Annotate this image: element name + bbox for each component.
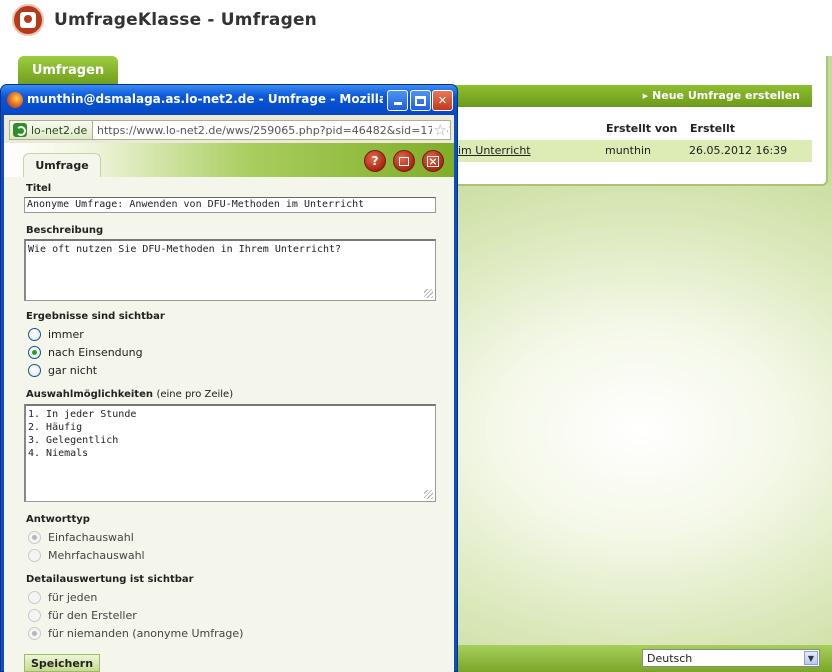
radio-visibility-never[interactable]: gar nicht (28, 362, 97, 378)
page-title: UmfrageKlasse - Umfragen (54, 10, 317, 30)
answer-type-label: Antworttyp (26, 514, 90, 525)
triangle-right-icon: ▶ (642, 92, 649, 100)
maximize-button[interactable] (410, 90, 431, 111)
url-text: https://www.lo-net2.de/wws/259065.php?pi… (97, 124, 451, 137)
radio-visibility-after-submit[interactable]: nach Einsendung (28, 344, 143, 360)
save-button[interactable]: Speichern (24, 654, 100, 672)
choices-hint: (eine pro Zeile) (156, 389, 234, 400)
new-survey-label: Neue Umfrage erstellen (652, 89, 800, 102)
radio-label: Mehrfachauswahl (48, 548, 145, 562)
radio-label: gar nicht (48, 363, 98, 377)
url-bar: lo-net2.de https://www.lo-net2.de/wws/25… (4, 115, 454, 143)
firefox-icon (7, 92, 23, 108)
table-row[interactable]: im Unterricht munthin 26.05.2012 16:39 (454, 140, 812, 162)
choice-line: 1. In jeder Stunde (28, 409, 137, 420)
resize-grip-icon[interactable] (424, 490, 433, 499)
window-titlebar[interactable]: munthin@dsmalaga.as.lo-net2.de - Umfrage… (1, 85, 457, 115)
app-header: UmfrageKlasse - Umfragen (0, 0, 832, 56)
print-button[interactable] (393, 150, 415, 172)
site-identity-button[interactable]: lo-net2.de (9, 120, 93, 140)
site-favicon-icon (13, 123, 27, 137)
radio-label: nach Einsendung (48, 345, 143, 359)
radio-detail-creator[interactable]: für den Ersteller (28, 607, 137, 623)
column-header-created: Erstellt (690, 122, 736, 135)
close-form-button[interactable]: × (422, 150, 444, 172)
description-text: Wie oft nutzen Sie DFU-Methoden in Ihrem… (28, 244, 342, 255)
language-value: Deutsch (647, 652, 693, 665)
resize-grip-icon[interactable] (424, 289, 433, 298)
radio-detail-nobody[interactable]: für niemanden (anonyme Umfrage) (28, 625, 243, 641)
maximize-icon (415, 95, 426, 106)
created-by-cell: munthin (605, 144, 651, 157)
radio-label: für niemanden (anonyme Umfrage) (48, 626, 244, 640)
created-cell: 26.05.2012 16:39 (689, 144, 788, 157)
minimize-button[interactable] (387, 90, 408, 111)
title-input[interactable]: Anonyme Umfrage: Anwenden von DFU-Method… (24, 197, 436, 213)
choices-label: Auswahlmöglichkeiten (eine pro Zeile) (26, 389, 233, 400)
radio-visibility-always[interactable]: immer (28, 326, 84, 342)
popup-window: munthin@dsmalaga.as.lo-net2.de - Umfrage… (0, 84, 458, 672)
survey-title-link[interactable]: im Unterricht (458, 144, 531, 157)
column-header-created-by: Erstellt von (606, 122, 678, 135)
radio-label: Einfachauswahl (48, 530, 134, 544)
minimize-icon (393, 102, 402, 105)
url-input[interactable]: https://www.lo-net2.de/wws/259065.php?pi… (93, 120, 451, 140)
star-icon[interactable]: ☆ (431, 122, 447, 138)
chevron-down-icon[interactable]: ▼ (804, 651, 818, 665)
radio-unchecked-icon[interactable] (28, 590, 41, 604)
tab-umfragen[interactable]: Umfragen (18, 56, 118, 85)
radio-checked-icon[interactable] (28, 530, 41, 544)
description-textarea[interactable]: Wie oft nutzen Sie DFU-Methoden in Ihrem… (24, 239, 436, 301)
choices-textarea[interactable]: 1. In jeder Stunde 2. Häufig 3. Gelegent… (24, 404, 436, 502)
radio-unchecked-icon[interactable] (28, 327, 41, 341)
radio-checked-icon[interactable] (28, 626, 41, 640)
radio-label: für jeden (48, 590, 98, 604)
radio-unchecked-icon[interactable] (28, 548, 41, 562)
close-icon: ✕ (437, 94, 448, 107)
radio-checked-icon[interactable] (28, 345, 41, 359)
choice-line: 2. Häufig (28, 422, 83, 433)
radio-label: immer (48, 327, 84, 341)
visibility-label: Ergebnisse sind sichtbar (26, 311, 165, 322)
detail-label: Detailauswertung ist sichtbar (26, 574, 194, 585)
choices-label-text: Auswahlmöglichkeiten (26, 389, 153, 400)
close-icon: × (427, 154, 439, 168)
print-icon (399, 156, 409, 166)
site-name: lo-net2.de (31, 123, 88, 137)
radio-unchecked-icon[interactable] (28, 608, 41, 622)
radio-detail-everyone[interactable]: für jeden (28, 589, 97, 605)
radio-answer-single[interactable]: Einfachauswahl (28, 529, 134, 545)
tab-umfrage[interactable]: Umfrage (23, 153, 101, 177)
radio-answer-multiple[interactable]: Mehrfachauswahl (28, 547, 145, 563)
title-label: Titel (26, 183, 52, 194)
help-button[interactable]: ? (364, 150, 386, 172)
form-header: Umfrage ? × (4, 143, 454, 177)
survey-form: Umfrage ? × Titel Anonyme Umfrage: Anwen… (4, 143, 454, 672)
radio-label: für den Ersteller (48, 608, 137, 622)
choice-line: 4. Niemals (28, 448, 89, 459)
description-label: Beschreibung (26, 225, 104, 236)
window-title: munthin@dsmalaga.as.lo-net2.de - Umfrage… (27, 92, 383, 106)
language-select[interactable]: Deutsch ▼ (642, 649, 820, 667)
choice-line: 3. Gelegentlich (28, 435, 119, 446)
app-logo-icon (12, 4, 44, 36)
help-icon: ? (371, 154, 379, 168)
close-window-button[interactable]: ✕ (432, 90, 453, 111)
radio-unchecked-icon[interactable] (28, 363, 41, 377)
new-survey-button[interactable]: ▶ Neue Umfrage erstellen (643, 89, 800, 102)
